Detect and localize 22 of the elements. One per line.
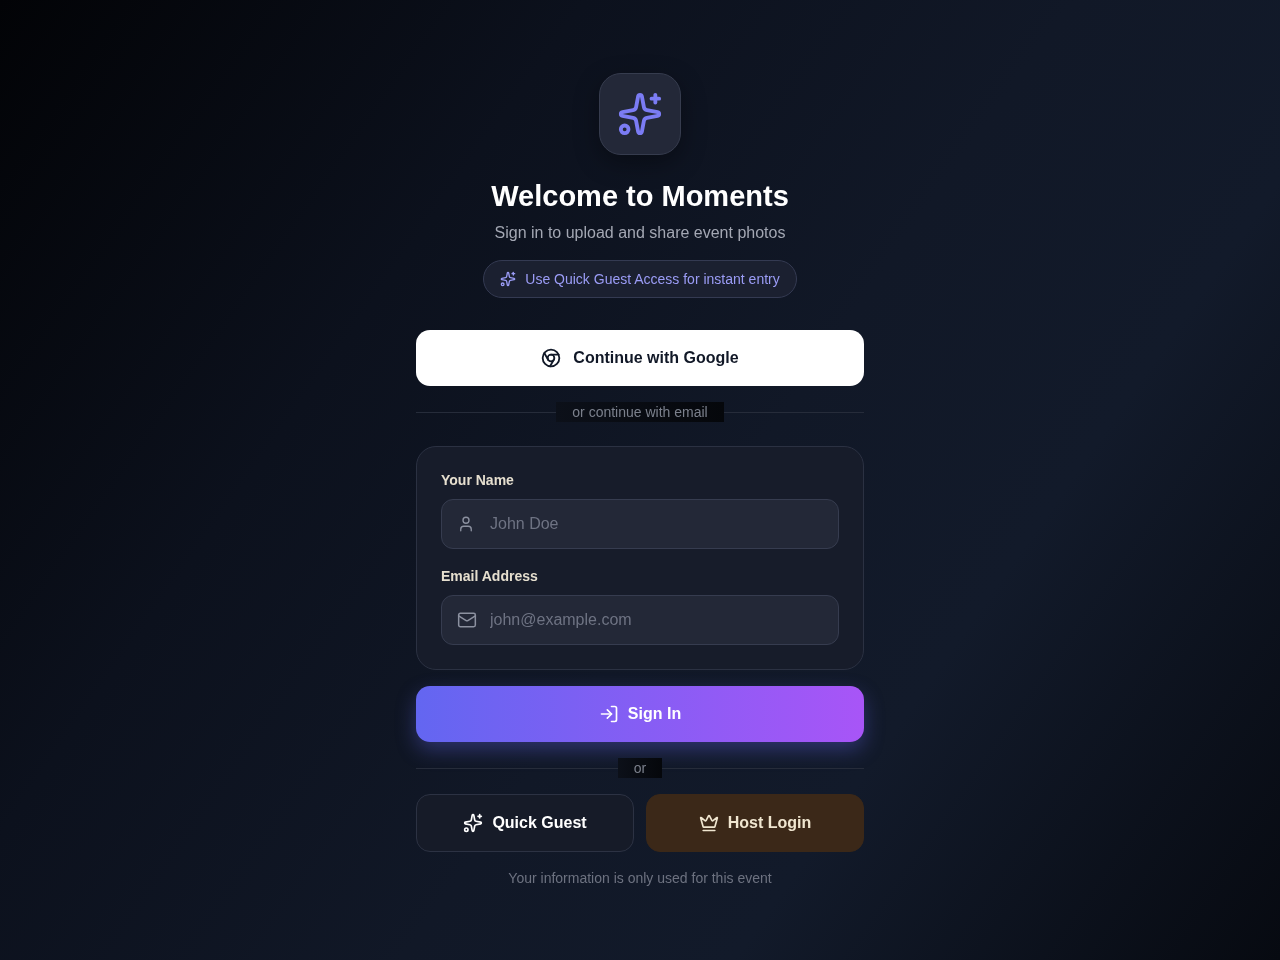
sparkle-icon: [463, 813, 484, 833]
sign-in-button[interactable]: Sign In: [416, 686, 864, 742]
mail-icon: [457, 610, 477, 630]
name-input-field[interactable]: John Doe: [441, 499, 839, 549]
google-sign-in-button[interactable]: Continue with Google: [416, 330, 864, 386]
divider-label: or continue with email: [556, 402, 724, 422]
field-label: Your Name: [441, 471, 515, 489]
sparkle-icon: [500, 271, 517, 287]
sign-in-icon: [598, 704, 619, 724]
page-title: Welcome to Moments: [491, 179, 789, 214]
sparkle-logo-icon: [599, 73, 681, 155]
chrome-icon: [541, 348, 562, 368]
quick-guest-button[interactable]: Quick Guest: [416, 794, 634, 852]
page-subtitle: Sign in to upload and share event photos: [494, 223, 786, 243]
divider-label: or: [617, 758, 663, 778]
crown-icon: [698, 813, 719, 833]
privacy-note: Your information is only used for this event: [508, 869, 772, 887]
person-icon: [457, 515, 475, 533]
field-label: Email Address: [441, 567, 539, 585]
host-login-button[interactable]: Host Login: [646, 794, 864, 852]
email-input-field[interactable]: john@example.com: [441, 595, 839, 645]
hint-text: Use Quick Guest Access for instant entry: [525, 271, 780, 287]
